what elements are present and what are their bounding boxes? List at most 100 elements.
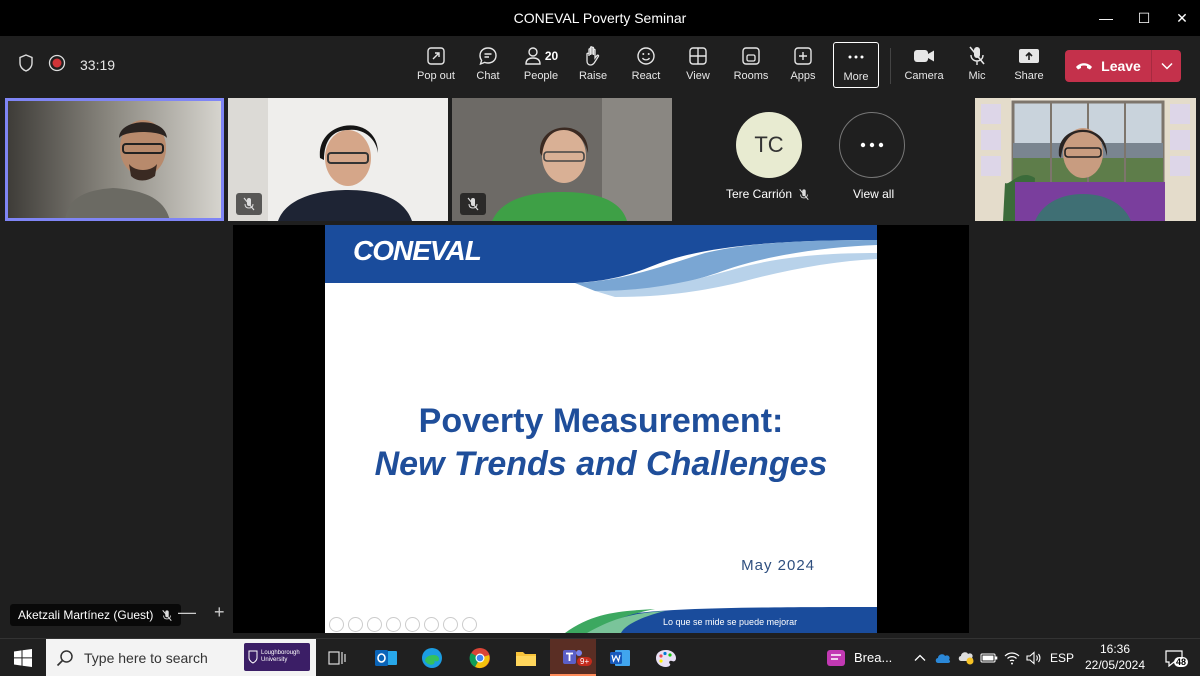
self-video bbox=[975, 98, 1196, 221]
notification-count-badge: 48 bbox=[1174, 657, 1189, 667]
teams-taskbar-app[interactable]: 9+ bbox=[550, 639, 596, 676]
mic-off-icon bbox=[243, 197, 255, 211]
hang-up-icon bbox=[1075, 58, 1093, 74]
meeting-toolbar: 33:19 Pop out Chat 20 People Raise React… bbox=[0, 36, 1200, 94]
coneval-logo: CONEVAL bbox=[353, 235, 482, 266]
view-label: View bbox=[686, 70, 710, 82]
participant-video-tile-2[interactable] bbox=[228, 98, 448, 221]
leave-button[interactable]: Leave bbox=[1065, 58, 1151, 74]
more-dots-icon bbox=[860, 142, 884, 148]
input-language-indicator[interactable]: ESP bbox=[1047, 639, 1077, 676]
cloud-warning-icon bbox=[958, 651, 974, 664]
participant-video-tile-3[interactable] bbox=[452, 98, 672, 221]
people-icon bbox=[525, 47, 541, 65]
taskbar-search-box[interactable]: Type here to search Loughborough Univers… bbox=[46, 639, 316, 676]
paint-taskbar-app[interactable] bbox=[648, 639, 684, 676]
participant-video-tile-1[interactable] bbox=[5, 98, 224, 221]
word-taskbar-app[interactable] bbox=[602, 639, 638, 676]
react-button[interactable]: React bbox=[622, 44, 670, 88]
maximize-button[interactable]: ☐ bbox=[1124, 0, 1164, 36]
rooms-label: Rooms bbox=[733, 70, 769, 82]
title-bar: CONEVAL Poverty Seminar — ☐ ✕ bbox=[0, 0, 1200, 36]
minimize-button[interactable]: — bbox=[1086, 0, 1126, 36]
presenter-name: Aketzali Martínez (Guest) bbox=[18, 608, 154, 622]
university-crest-icon bbox=[248, 650, 258, 664]
chrome-taskbar-app[interactable] bbox=[462, 639, 498, 676]
leave-button-group: Leave bbox=[1065, 50, 1181, 82]
pop-out-label: Pop out bbox=[417, 70, 455, 82]
camera-icon[interactable] bbox=[443, 617, 458, 632]
pop-out-icon bbox=[426, 44, 446, 68]
view-all-button[interactable] bbox=[839, 112, 905, 178]
close-button[interactable]: ✕ bbox=[1162, 0, 1200, 36]
recording-icon bbox=[48, 54, 66, 77]
rooms-button[interactable]: Rooms bbox=[727, 44, 775, 88]
teams-notification-badge: 9+ bbox=[577, 657, 593, 666]
battery-icon bbox=[980, 653, 998, 662]
chat-label: Chat bbox=[476, 70, 500, 82]
file-explorer-taskbar-app[interactable] bbox=[508, 639, 544, 676]
zoom-icon[interactable] bbox=[405, 617, 420, 632]
pen-icon[interactable] bbox=[367, 617, 382, 632]
more-options-icon[interactable] bbox=[462, 617, 477, 632]
system-clock[interactable]: 16:36 22/05/2024 bbox=[1083, 641, 1147, 673]
outlook-taskbar-app[interactable] bbox=[368, 639, 404, 676]
word-icon bbox=[610, 649, 630, 666]
presenter-name-badge: Aketzali Martínez (Guest) bbox=[10, 604, 182, 626]
leave-options-dropdown[interactable] bbox=[1151, 50, 1181, 82]
camera-icon bbox=[913, 44, 935, 68]
previous-slide-icon[interactable] bbox=[329, 617, 344, 632]
slide-title-line1: Poverty Measurement: bbox=[418, 402, 784, 440]
participant-avatar-tc[interactable]: TC bbox=[736, 112, 802, 178]
speaker-icon bbox=[1026, 650, 1041, 665]
mic-button[interactable]: Mic bbox=[953, 44, 1001, 88]
people-button[interactable]: 20 People bbox=[517, 44, 565, 88]
camera-button[interactable]: Camera bbox=[900, 44, 948, 88]
folder-icon bbox=[516, 651, 536, 666]
chat-button[interactable]: Chat bbox=[464, 44, 512, 88]
participant-3-mic-status bbox=[460, 193, 486, 215]
task-view-button[interactable] bbox=[322, 639, 352, 676]
shared-content-stage[interactable]: CONEVAL Poverty Measurement: New Trends … bbox=[233, 225, 969, 633]
onedrive-tray-icon[interactable] bbox=[932, 639, 954, 676]
zoom-out-icon[interactable]: — bbox=[178, 602, 196, 623]
toolbar-divider bbox=[890, 48, 891, 84]
next-slide-icon[interactable] bbox=[348, 617, 363, 632]
slides-icon[interactable] bbox=[386, 617, 401, 632]
presentation-slide: CONEVAL Poverty Measurement: New Trends … bbox=[325, 225, 877, 633]
subtitles-icon[interactable] bbox=[424, 617, 439, 632]
window-title: CONEVAL Poverty Seminar bbox=[513, 10, 687, 26]
apps-button[interactable]: Apps bbox=[779, 44, 827, 88]
search-highlight-loughborough[interactable]: Loughborough University bbox=[244, 643, 310, 671]
zoom-in-icon[interactable]: + bbox=[214, 602, 225, 623]
more-button[interactable]: More bbox=[833, 42, 879, 88]
pop-out-button[interactable]: Pop out bbox=[412, 44, 460, 88]
people-icon-wrap: 20 bbox=[524, 44, 558, 68]
breakout-rooms-taskbar-item[interactable]: Brea... bbox=[826, 639, 896, 676]
share-button[interactable]: Share bbox=[1005, 44, 1053, 88]
battery-tray-icon[interactable] bbox=[978, 639, 1000, 676]
start-button[interactable] bbox=[6, 639, 40, 676]
raise-hand-button[interactable]: Raise bbox=[569, 44, 617, 88]
volume-tray-icon[interactable] bbox=[1023, 639, 1045, 676]
wifi-tray-icon[interactable] bbox=[1001, 639, 1023, 676]
sync-warning-tray-icon[interactable] bbox=[955, 639, 977, 676]
notification-center-button[interactable]: 48 bbox=[1156, 639, 1192, 676]
raise-label: Raise bbox=[578, 70, 608, 82]
windows-taskbar: Type here to search Loughborough Univers… bbox=[0, 638, 1200, 676]
mic-label: Mic bbox=[968, 70, 986, 82]
self-video-tile[interactable] bbox=[975, 98, 1196, 221]
meeting-timer: 33:19 bbox=[80, 57, 116, 73]
raise-hand-icon bbox=[583, 44, 603, 68]
view-button[interactable]: View bbox=[674, 44, 722, 88]
breakout-label: Brea... bbox=[854, 650, 893, 665]
edge-taskbar-app[interactable] bbox=[414, 639, 450, 676]
mic-off-icon bbox=[162, 609, 173, 621]
apps-label: Apps bbox=[790, 70, 816, 82]
windows-logo-icon bbox=[14, 648, 32, 667]
show-hidden-icons-button[interactable] bbox=[910, 639, 930, 676]
teams-window: CONEVAL Poverty Seminar — ☐ ✕ 33:19 Pop … bbox=[0, 0, 1200, 638]
participant-name-row: Tere Carrión bbox=[726, 187, 810, 201]
shield-icon[interactable] bbox=[18, 53, 34, 77]
participant-2-mic-status bbox=[236, 193, 262, 215]
